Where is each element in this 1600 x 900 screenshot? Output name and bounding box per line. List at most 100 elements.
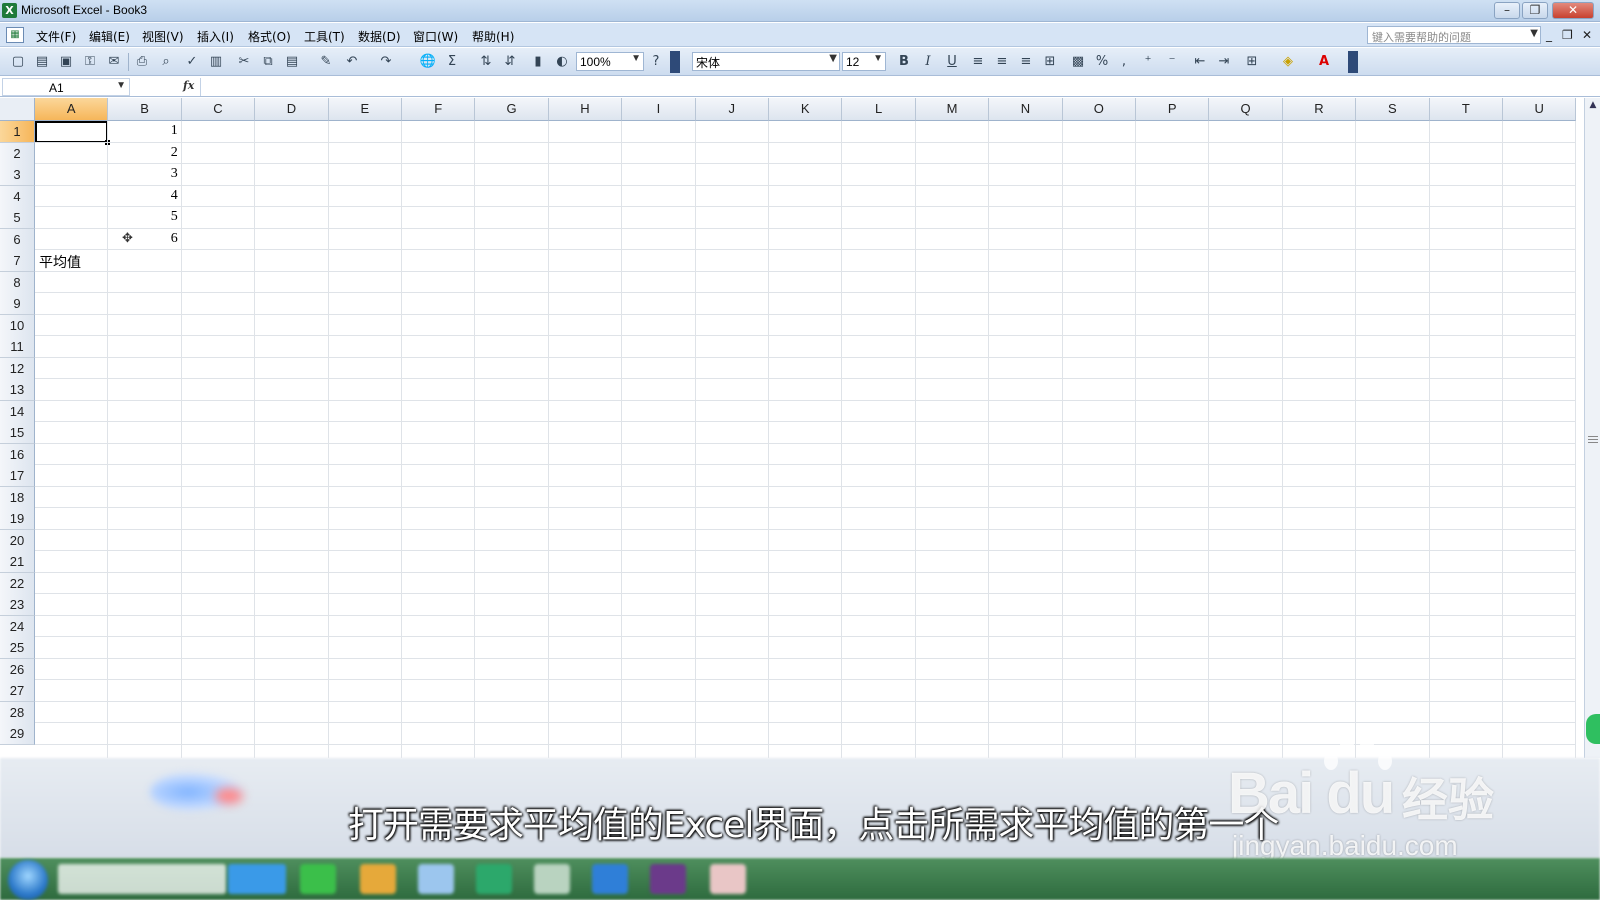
hyperlink-icon[interactable]: 🌐: [418, 52, 438, 72]
italic-button[interactable]: I: [918, 52, 938, 72]
column-header-i[interactable]: I: [622, 98, 696, 121]
column-header-m[interactable]: M: [915, 98, 990, 121]
column-header-q[interactable]: Q: [1209, 98, 1283, 121]
help-search-input[interactable]: 键入需要帮助的问题 ▼: [1367, 26, 1541, 44]
menu-data[interactable]: 数据(D): [358, 28, 401, 45]
chevron-down-icon[interactable]: ▼: [631, 53, 641, 64]
row-header-2[interactable]: 2: [0, 142, 35, 165]
underline-button[interactable]: U: [942, 52, 962, 72]
toolbar-options-icon[interactable]: [670, 51, 680, 73]
column-header-n[interactable]: N: [989, 98, 1063, 121]
taskbar-app-icon[interactable]: [534, 864, 570, 894]
row-header-16[interactable]: 16: [0, 443, 35, 466]
new-icon[interactable]: ▢: [8, 52, 28, 72]
decrease-decimal-icon[interactable]: ⁻: [1162, 52, 1182, 72]
column-header-s[interactable]: S: [1356, 98, 1430, 121]
select-all-button[interactable]: [0, 98, 35, 121]
cell-a7[interactable]: 平均值: [39, 252, 81, 272]
column-header-p[interactable]: P: [1136, 98, 1210, 121]
column-header-f[interactable]: F: [402, 98, 476, 121]
currency-icon[interactable]: ▩: [1068, 52, 1088, 72]
comma-style-icon[interactable]: ,: [1114, 52, 1134, 72]
worksheet-grid[interactable]: ✥ A B C D E F G H I J K L M N O P Q R S T U 1 2 3 4 5 6 7 8 9 10 11 12 13…: [0, 98, 1584, 758]
column-header-d[interactable]: D: [255, 98, 329, 121]
merge-center-icon[interactable]: ⊞: [1040, 52, 1060, 72]
zoom-select[interactable]: 100% ▼: [576, 52, 644, 71]
row-header-19[interactable]: 19: [0, 508, 35, 530]
scroll-up-icon[interactable]: ▲: [1587, 100, 1599, 114]
column-header-l[interactable]: L: [842, 98, 916, 121]
chart-wizard-icon[interactable]: ▮: [528, 52, 548, 72]
insert-function-icon[interactable]: fx: [183, 79, 194, 92]
restore-button[interactable]: ❐: [1522, 2, 1548, 19]
row-header-5[interactable]: 5: [0, 207, 35, 229]
cell-b3[interactable]: 3: [118, 166, 178, 182]
cell-b1[interactable]: 1: [118, 123, 178, 139]
row-header-6[interactable]: 6: [0, 228, 35, 251]
format-painter-icon[interactable]: ✎: [316, 52, 336, 72]
email-icon[interactable]: ✉: [104, 52, 124, 72]
workbook-icon[interactable]: ▦: [6, 27, 24, 43]
active-cell-a1[interactable]: [35, 121, 108, 143]
row-header-21[interactable]: 21: [0, 551, 35, 573]
column-header-t[interactable]: T: [1429, 98, 1503, 121]
formula-input[interactable]: [200, 78, 1595, 96]
research-icon[interactable]: ▥: [206, 52, 226, 72]
column-header-r[interactable]: R: [1282, 98, 1357, 121]
spelling-icon[interactable]: ✓: [182, 52, 202, 72]
row-header-28[interactable]: 28: [0, 701, 35, 724]
taskbar-app-icon[interactable]: [650, 864, 686, 894]
row-header-13[interactable]: 13: [0, 379, 35, 401]
row-header-7[interactable]: 7: [0, 250, 35, 272]
save-icon[interactable]: ▣: [56, 52, 76, 72]
row-header-29[interactable]: 29: [0, 723, 35, 745]
taskbar-app-icon[interactable]: [418, 864, 454, 894]
row-header-1[interactable]: 1: [0, 121, 35, 143]
menu-insert[interactable]: 插入(I): [197, 28, 234, 45]
permission-icon[interactable]: ⚿: [80, 52, 100, 72]
taskbar-app-icon[interactable]: [592, 864, 628, 894]
borders-icon[interactable]: ⊞: [1242, 52, 1262, 72]
sort-descending-icon[interactable]: ⇵: [500, 52, 520, 72]
taskbar-app-icon[interactable]: [710, 864, 746, 894]
row-header-15[interactable]: 15: [0, 422, 35, 444]
menu-help[interactable]: 帮助(H): [472, 28, 514, 45]
column-header-a[interactable]: A: [35, 98, 109, 121]
row-header-25[interactable]: 25: [0, 637, 35, 659]
row-header-9[interactable]: 9: [0, 293, 35, 315]
print-icon[interactable]: ⎙: [132, 52, 152, 72]
doc-minimize-button[interactable]: _: [1546, 28, 1552, 42]
chevron-down-icon[interactable]: ▼: [829, 53, 837, 64]
percent-button[interactable]: %: [1092, 52, 1112, 72]
fill-color-icon[interactable]: ◈: [1278, 52, 1298, 72]
column-header-u[interactable]: U: [1503, 98, 1577, 121]
sort-ascending-icon[interactable]: ⇅: [476, 52, 496, 72]
paste-icon[interactable]: ▤: [282, 52, 302, 72]
row-header-17[interactable]: 17: [0, 465, 35, 487]
autosum-icon[interactable]: Σ: [442, 52, 462, 72]
menu-format[interactable]: 格式(O): [248, 28, 291, 45]
taskbar-active-item[interactable]: [228, 864, 286, 894]
taskbar-browser-icon[interactable]: [360, 864, 396, 894]
menu-edit[interactable]: 编辑(E): [89, 28, 130, 45]
menu-file[interactable]: 文件(F): [36, 28, 76, 45]
menu-tools[interactable]: 工具(T): [304, 28, 345, 45]
font-name-select[interactable]: 宋体 ▼: [692, 52, 840, 71]
column-header-j[interactable]: J: [695, 98, 769, 121]
column-header-h[interactable]: H: [548, 98, 623, 121]
decrease-indent-icon[interactable]: ⇤: [1190, 52, 1210, 72]
doc-close-button[interactable]: ✕: [1582, 28, 1592, 42]
column-header-b[interactable]: B: [108, 98, 182, 121]
minimize-button[interactable]: –: [1494, 2, 1520, 19]
print-preview-icon[interactable]: ⌕: [156, 52, 176, 72]
close-button[interactable]: ✕: [1552, 2, 1594, 19]
redo-icon[interactable]: ↷: [376, 52, 396, 72]
column-header-o[interactable]: O: [1062, 98, 1136, 121]
row-header-8[interactable]: 8: [0, 271, 35, 294]
row-header-3[interactable]: 3: [0, 164, 35, 186]
row-header-10[interactable]: 10: [0, 314, 35, 337]
row-header-26[interactable]: 26: [0, 658, 35, 681]
chevron-down-icon[interactable]: ▼: [1530, 28, 1538, 39]
bold-button[interactable]: B: [894, 52, 914, 72]
row-header-24[interactable]: 24: [0, 615, 35, 638]
